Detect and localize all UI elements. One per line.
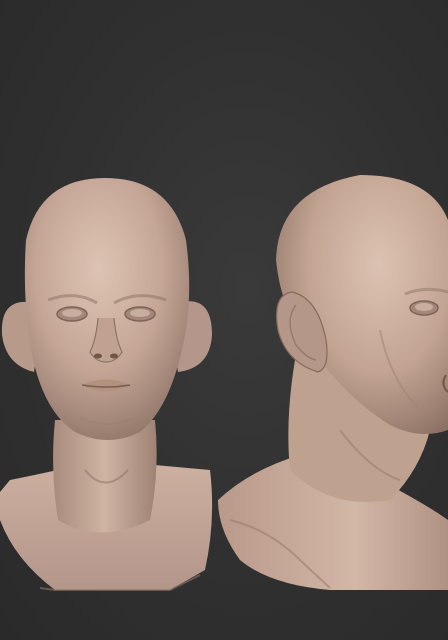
three-quarter-view: [218, 175, 448, 590]
front-view: [0, 178, 213, 591]
sculpt-viewport[interactable]: [0, 0, 448, 640]
front-head: [24, 178, 190, 440]
sculpt-render: [0, 175, 448, 591]
